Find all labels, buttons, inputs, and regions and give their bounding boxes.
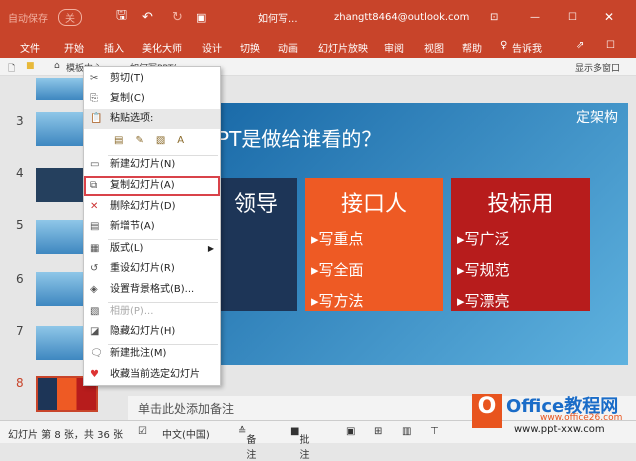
menu-new-section[interactable]: ▤ 新增节(A) [84, 217, 220, 237]
context-menu: ✂ 剪切(T) ⎘ 复制(C) 📋 粘贴选项: ▤✎▧A ▭ 新建幻灯片(N) ⧉ 复制幻… [83, 66, 221, 386]
menu-new-slide[interactable]: ▭ 新建幻灯片(N) [84, 155, 220, 175]
title-bar: 自动保存 关 🖫 ↶ ↻ ▣ 如何写... zhangtt8464@outloo… [0, 0, 636, 34]
hide-slide-icon: ◪ [90, 326, 100, 337]
reset-icon: ↺ [90, 263, 99, 274]
layout-icon: ▦ [90, 243, 100, 254]
lightbulb-icon: ♀ [500, 40, 508, 51]
menu-layout[interactable]: ▦ 版式(L) ▶ [84, 239, 220, 259]
ribbon-tabs: 文件 开始 插入 美化大师 设计 切换 动画 幻灯片放映 审阅 视图 帮助 ♀ … [0, 34, 636, 58]
present-icon[interactable]: ▣ [196, 11, 206, 24]
new-file-icon[interactable]: 🗋 [8, 61, 15, 77]
folder-icon[interactable]: ■ [26, 61, 35, 71]
menu-duplicate-slide[interactable]: ⧉ 复制幻灯片(A) [84, 176, 220, 196]
minimize-button[interactable]: — [530, 12, 540, 23]
tab-review[interactable]: 审阅 [384, 40, 404, 55]
watermark-logo: O Office教程网 www.office26.com www.ppt-xxw… [470, 392, 630, 438]
clipboard-icon: 📋 [90, 113, 103, 124]
redo-icon[interactable]: ↻ [172, 10, 183, 25]
tab-transitions[interactable]: 切换 [240, 40, 260, 55]
slide-number: 6 [16, 272, 24, 286]
close-button[interactable]: ✕ [604, 10, 614, 24]
comments-button[interactable]: ■ 批注 [290, 426, 309, 461]
scissors-icon: ✂ [90, 73, 99, 84]
menu-paste-options: 📋 粘贴选项: [84, 109, 220, 129]
slide-info: 幻灯片 第 8 张，共 36 张 [8, 430, 123, 441]
watermark-url: www.office26.com [540, 413, 623, 423]
office-logo-icon: O [472, 394, 502, 428]
new-slide-icon: ▭ [90, 159, 100, 170]
document-title: 如何写... [258, 13, 298, 25]
show-windows[interactable]: 显示多窗口 [575, 61, 620, 74]
normal-view-icon[interactable]: ▣ [346, 426, 355, 437]
paste-option-icons[interactable]: ▤✎▧A [84, 131, 220, 151]
column-bid: 投标用 ▸写广泛 ▸写规范 ▸写漂亮 [451, 178, 590, 311]
tell-me[interactable]: 告诉我 [512, 40, 542, 55]
tab-slideshow[interactable]: 幻灯片放映 [318, 40, 368, 55]
menu-format-background[interactable]: ◈ 设置背景格式(B)... [84, 280, 220, 300]
autosave-label: 自动保存 [8, 13, 48, 25]
notes-button[interactable]: ≙ 备注 [238, 426, 256, 461]
ribbon-display-icon[interactable]: ⊡ [490, 12, 498, 23]
section-icon: ▤ [90, 221, 100, 232]
save-icon[interactable]: 🖫 [116, 6, 127, 28]
submenu-arrow-icon: ▶ [207, 244, 214, 253]
tab-design[interactable]: 设计 [202, 40, 222, 55]
tab-insert[interactable]: 插入 [104, 40, 124, 55]
tab-view[interactable]: 视图 [424, 40, 444, 55]
share-icon[interactable]: ⇗ [576, 40, 584, 51]
heart-icon: ♥ [90, 369, 99, 380]
menu-new-comment[interactable]: 🗨 新建批注(M) [84, 344, 220, 364]
slide-canvas[interactable]: PPT是做给谁看的？ 定架构 领导 接口人 ▸写重点 ▸写全面 ▸写方法 投标用… [205, 103, 628, 365]
reading-view-icon[interactable]: ▥ [402, 426, 411, 437]
tab-home[interactable]: 开始 [64, 40, 84, 55]
tab-help[interactable]: 帮助 [462, 40, 482, 55]
slide-number: 4 [16, 166, 24, 180]
menu-reset-slide[interactable]: ↺ 重设幻灯片(R) [84, 259, 220, 279]
delete-slide-icon: ✕ [90, 201, 99, 212]
menu-hide-slide[interactable]: ◪ 隐藏幻灯片(H) [84, 322, 220, 342]
comments-icon[interactable]: ☐ [606, 40, 615, 51]
accessibility-icon[interactable]: ☑ [138, 426, 147, 437]
copy-icon: ⎘ [90, 93, 98, 104]
language[interactable]: 中文(中国) [162, 426, 210, 441]
comment-icon: 🗨 [90, 348, 103, 359]
menu-delete-slide[interactable]: ✕ 删除幻灯片(D) [84, 197, 220, 217]
duplicate-slide-icon: ⧉ [90, 180, 98, 191]
tab-beautify[interactable]: 美化大师 [142, 40, 182, 55]
undo-icon[interactable]: ↶ [142, 10, 153, 25]
paint-bucket-icon: ◈ [90, 284, 98, 295]
maximize-button[interactable]: ☐ [568, 12, 577, 23]
menu-favorite[interactable]: ♥ 收藏当前选定幻灯片 [84, 365, 220, 385]
tab-animations[interactable]: 动画 [278, 40, 298, 55]
tab-file[interactable]: 文件 [20, 40, 40, 55]
watermark-url2: www.ppt-xxw.com [514, 424, 605, 435]
menu-cut[interactable]: ✂ 剪切(T) [84, 69, 220, 89]
home-icon: ⌂ [54, 61, 60, 71]
slide-sorter-icon[interactable]: ⊞ [374, 426, 382, 437]
column-contact: 接口人 ▸写重点 ▸写全面 ▸写方法 [305, 178, 443, 311]
menu-copy[interactable]: ⎘ 复制(C) [84, 89, 220, 109]
autosave-toggle[interactable]: 关 [58, 8, 82, 26]
column-leader: 领导 [215, 178, 297, 311]
slide-number: 8 [16, 376, 24, 390]
account[interactable]: zhangtt8464@outlook.com [334, 12, 469, 23]
slide-number: 5 [16, 218, 24, 232]
slide-number: 3 [16, 114, 24, 128]
album-icon: ▧ [90, 306, 100, 317]
slideshow-icon[interactable]: ⊤ [430, 426, 439, 437]
slide-corner-label: 定架构 [576, 110, 618, 126]
slide-number: 7 [16, 324, 24, 338]
slide-title: PPT是做给谁看的？ [205, 127, 382, 151]
menu-photo-album: ▧ 相册(P)... [84, 302, 220, 322]
